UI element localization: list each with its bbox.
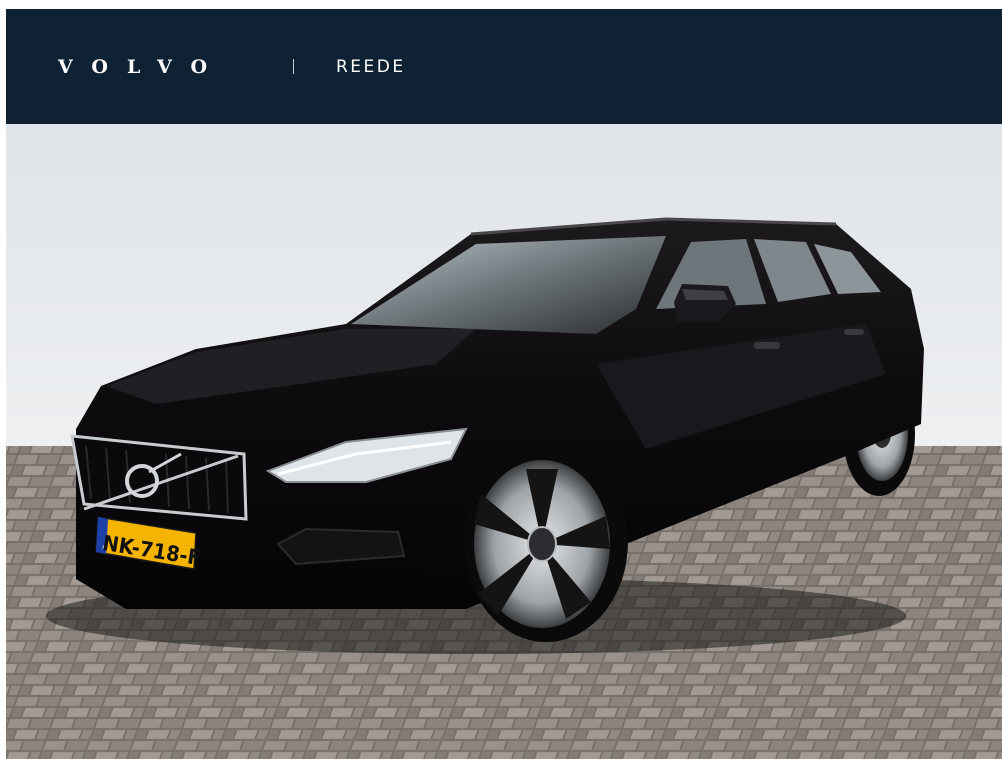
rear-door-handle — [844, 329, 864, 335]
brand-logo-text[interactable]: VOLVO — [58, 56, 226, 78]
header-divider — [293, 59, 294, 74]
image-frame: VOLVO REEDE NL NK-718-F — [6, 9, 1002, 759]
front-door-handle — [754, 342, 780, 349]
dealer-header-banner: VOLVO REEDE — [6, 9, 1002, 124]
dealer-name: REEDE — [336, 57, 406, 77]
front-wheel — [464, 442, 628, 642]
car-photo: NL NK-718-F — [6, 124, 1002, 759]
